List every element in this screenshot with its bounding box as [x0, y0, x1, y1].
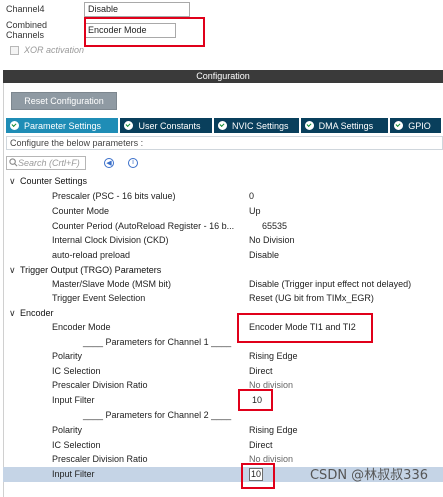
param-row[interactable]: Polarity Rising Edge	[3, 349, 443, 364]
tab-label: NVIC Settings	[232, 120, 289, 131]
param-value[interactable]: Rising Edge	[249, 425, 298, 435]
param-name: Encoder Mode	[52, 322, 111, 333]
param-row[interactable]: Encoder Mode Encoder Mode TI1 and TI2	[3, 320, 443, 335]
check-circle-icon	[304, 121, 314, 130]
param-row[interactable]: Trigger Event Selection Reset (UG bit fr…	[3, 291, 443, 306]
chevron-down-icon[interactable]: ∨	[9, 308, 17, 319]
param-value[interactable]: Disable (Trigger input effect not delaye…	[249, 279, 411, 289]
xor-activation-row[interactable]: XOR activation	[10, 45, 84, 55]
param-name: Input Filter	[52, 469, 95, 480]
param-row[interactable]: IC Selection Direct	[3, 438, 443, 453]
search-icon	[9, 158, 18, 167]
search-row: ◀ i	[6, 155, 138, 170]
check-circle-icon	[10, 121, 19, 130]
param-value[interactable]: No division	[249, 454, 293, 464]
search-input[interactable]	[18, 157, 80, 168]
tab-label: User Constants	[138, 120, 201, 131]
check-circle-icon	[124, 121, 134, 130]
check-circle-icon	[218, 121, 228, 130]
param-name: Prescaler Division Ratio	[52, 380, 148, 391]
group-encoder[interactable]: ∨ Encoder	[3, 306, 443, 321]
configure-hint: Configure the below parameters :	[6, 136, 443, 150]
param-name: Master/Slave Mode (MSM bit)	[52, 279, 172, 290]
group-counter-settings[interactable]: ∨ Counter Settings	[3, 174, 443, 189]
param-value[interactable]: Direct	[249, 440, 273, 450]
param-row[interactable]: Input Filter 10	[3, 393, 443, 408]
tab-label: Parameter Settings	[24, 120, 102, 131]
tab-label: GPIO	[408, 120, 431, 131]
tab-label: DMA Settings	[318, 120, 374, 131]
param-name: Input Filter	[52, 395, 95, 406]
tab-user-constants[interactable]: User Constants	[120, 118, 213, 133]
param-name: IC Selection	[52, 366, 101, 377]
combined-channels-select[interactable]: Encoder Mode	[84, 22, 176, 38]
combined-channels-row: Combined Channels Encoder Mode	[6, 20, 176, 40]
param-value[interactable]: 10	[252, 395, 262, 405]
xor-activation-label: XOR activation	[24, 45, 85, 55]
group-trgo-parameters[interactable]: ∨ Trigger Output (TRGO) Parameters	[3, 263, 443, 278]
param-row[interactable]: Counter Period (AutoReload Register - 16…	[3, 219, 443, 234]
input-filter-field[interactable]: 10	[249, 468, 263, 481]
param-name: Counter Period (AutoReload Register - 16…	[52, 221, 235, 232]
param-row[interactable]: Prescaler (PSC - 16 bits value) 0	[3, 189, 443, 204]
param-row[interactable]: Polarity Rising Edge	[3, 423, 443, 438]
chevron-down-icon[interactable]: ∨	[9, 176, 17, 187]
configuration-header: Configuration	[3, 70, 443, 83]
param-name: auto-reload preload	[52, 250, 131, 261]
config-tabs: Parameter Settings User Constants NVIC S…	[6, 118, 443, 133]
param-name: Internal Clock Division (CKD)	[52, 235, 169, 246]
param-value[interactable]: Disable	[249, 250, 279, 260]
param-name: Polarity	[52, 425, 83, 436]
param-row[interactable]: Counter Mode Up	[3, 204, 443, 219]
param-row[interactable]: IC Selection Direct	[3, 364, 443, 379]
param-name: Counter Mode	[52, 206, 110, 217]
param-row[interactable]: Internal Clock Division (CKD) No Divisio…	[3, 233, 443, 248]
watermark: CSDN @林叔叔336	[309, 468, 428, 483]
param-name: IC Selection	[52, 440, 101, 451]
param-value[interactable]: No division	[249, 380, 293, 390]
param-value[interactable]: Direct	[249, 366, 273, 376]
param-value[interactable]: Encoder Mode TI1 and TI2	[249, 322, 356, 332]
xor-activation-checkbox[interactable]	[10, 45, 19, 55]
param-row[interactable]: auto-reload preload Disable	[3, 248, 443, 263]
param-value[interactable]: Up	[249, 206, 261, 216]
param-value[interactable]: No Division	[249, 235, 295, 245]
combined-channels-label: Combined Channels	[6, 20, 48, 40]
search-box[interactable]	[6, 155, 86, 170]
param-row[interactable]: Master/Slave Mode (MSM bit) Disable (Tri…	[3, 277, 443, 292]
group-label: Counter Settings	[20, 176, 88, 187]
param-name: Prescaler Division Ratio	[52, 454, 148, 465]
previous-result-icon[interactable]: ◀	[104, 157, 114, 168]
check-circle-icon	[394, 121, 404, 130]
channel4-select[interactable]: Disable	[84, 1, 190, 17]
channel2-parameters-label: ____ Parameters for Channel 2 ____	[83, 410, 232, 421]
group-label: Encoder	[20, 308, 54, 319]
channel1-parameters-label: ____ Parameters for Channel 1 ____	[83, 337, 232, 348]
param-name: Trigger Event Selection	[52, 293, 146, 304]
param-value[interactable]: 0	[249, 191, 254, 201]
info-icon[interactable]: i	[128, 157, 138, 168]
tab-dma-settings[interactable]: DMA Settings	[300, 118, 389, 133]
tab-gpio[interactable]: GPIO	[390, 118, 441, 133]
param-value[interactable]: Rising Edge	[249, 351, 298, 361]
param-row[interactable]: Prescaler Division Ratio No division	[3, 378, 443, 393]
param-name: Prescaler (PSC - 16 bits value)	[52, 191, 176, 202]
tab-parameter-settings[interactable]: Parameter Settings	[6, 118, 119, 133]
reset-configuration-button[interactable]: Reset Configuration	[11, 92, 117, 110]
channel4-row: Channel4 Disable	[6, 1, 190, 17]
channel1-subheader: ____ Parameters for Channel 1 ____	[3, 335, 443, 350]
group-label: Trigger Output (TRGO) Parameters	[20, 265, 162, 276]
chevron-down-icon[interactable]: ∨	[9, 265, 17, 276]
tab-nvic-settings[interactable]: NVIC Settings	[214, 118, 299, 133]
param-value[interactable]: 65535	[262, 221, 287, 231]
param-name: Polarity	[52, 351, 83, 362]
channel2-subheader: ____ Parameters for Channel 2 ____	[3, 408, 443, 423]
param-value[interactable]: Reset (UG bit from TIMx_EGR)	[249, 293, 374, 303]
channel4-label: Channel4	[6, 4, 45, 14]
